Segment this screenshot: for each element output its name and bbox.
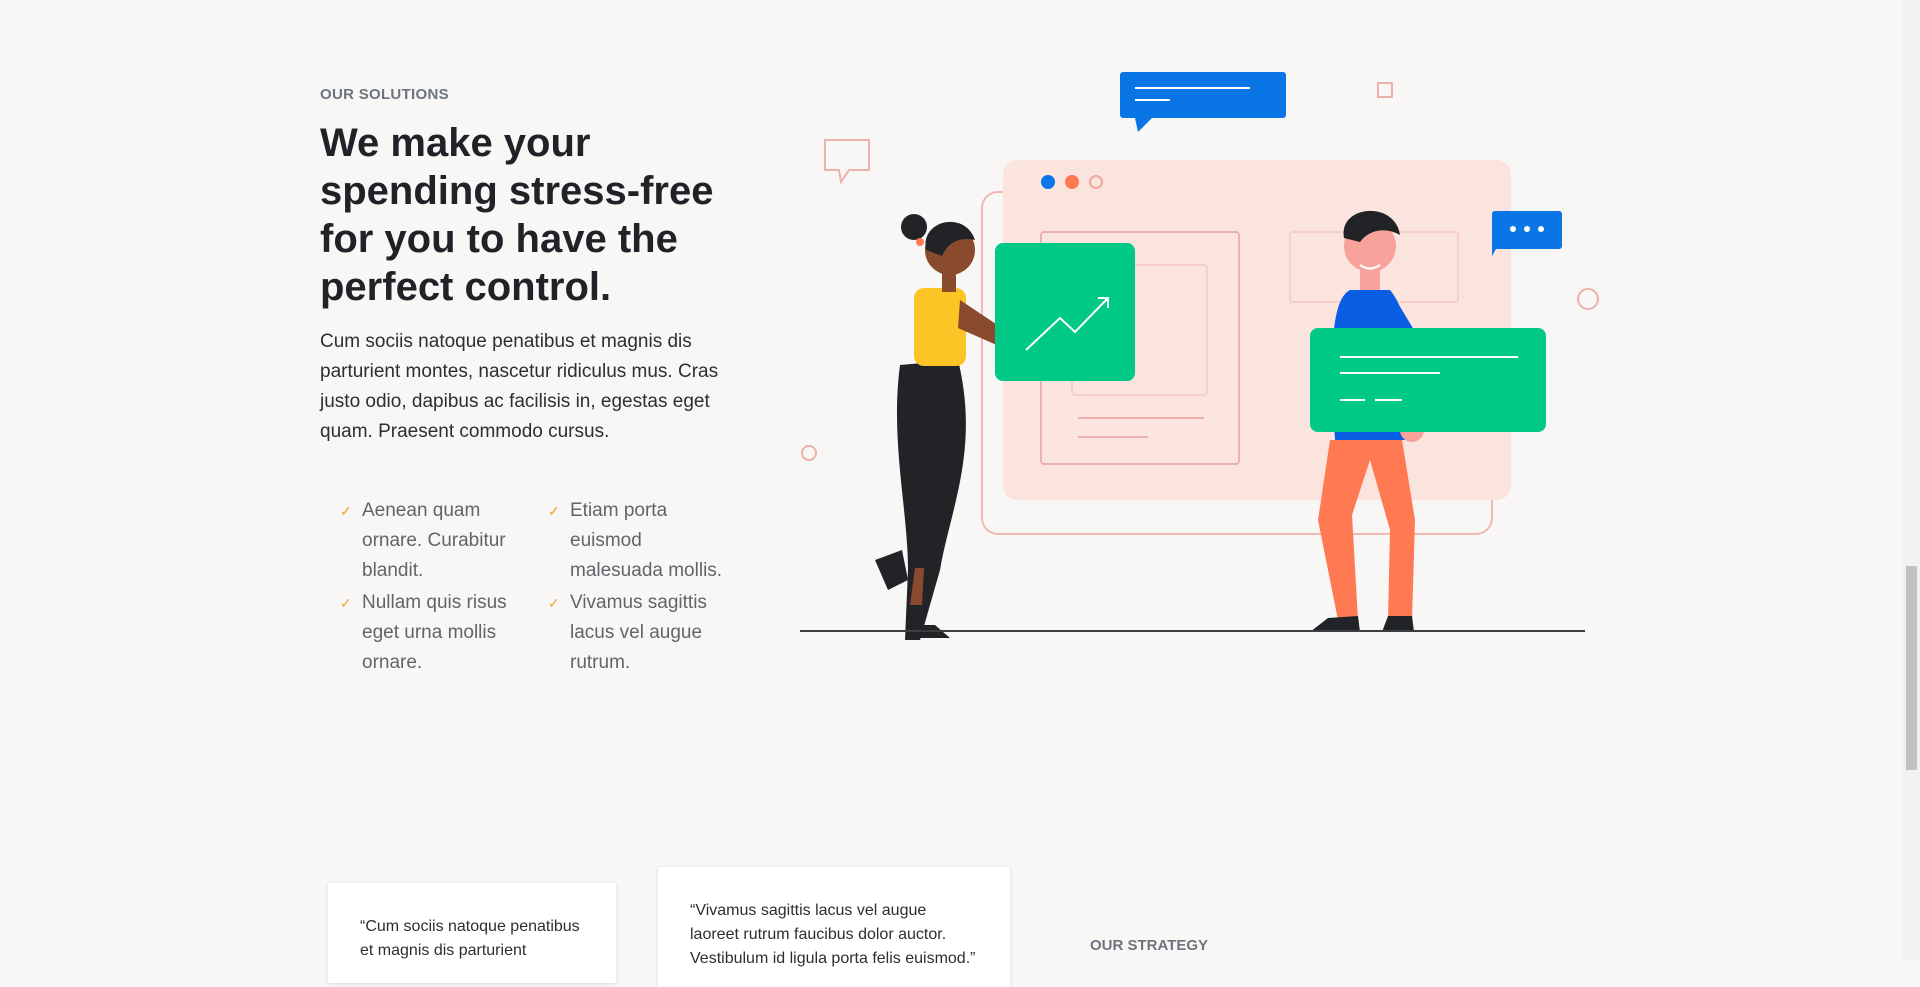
check-icon: ✓ (340, 595, 352, 611)
scrollbar-thumb[interactable] (1906, 566, 1917, 770)
testimonial-quote: “Cum sociis natoque penatibus et magnis … (360, 918, 580, 959)
strategy-eyebrow: OUR STRATEGY (1090, 937, 1209, 954)
check-icon: ✓ (340, 503, 352, 519)
feature-item: ✓ Vivamus sagittis lacus vel augue rutru… (548, 588, 733, 678)
testimonial-card: “Cum sociis natoque penatibus et magnis … (328, 883, 616, 983)
check-icon: ✓ (548, 595, 560, 611)
hero-illustration (800, 72, 1599, 640)
scrollbar[interactable] (1903, 0, 1920, 960)
feature-item: ✓ Aenean quam ornare. Curabitur blandit. (340, 496, 525, 586)
feature-text: Nullam quis risus eget urna mollis ornar… (362, 592, 507, 673)
feature-item: ✓ Etiam porta euismod malesuada mollis. (548, 496, 733, 586)
solutions-eyebrow: OUR SOLUTIONS (320, 86, 449, 103)
solutions-intro: Cum sociis natoque penatibus et magnis d… (320, 331, 719, 442)
check-icon: ✓ (548, 503, 560, 519)
feature-text: Vivamus sagittis lacus vel augue rutrum. (570, 592, 707, 673)
feature-text: Aenean quam ornare. Curabitur blandit. (362, 500, 506, 581)
feature-item: ✓ Nullam quis risus eget urna mollis orn… (340, 588, 525, 678)
solutions-headline: We make your spending stress-free for yo… (320, 121, 714, 309)
testimonial-quote: “Vivamus sagittis lacus vel augue laoree… (690, 902, 976, 967)
feature-text: Etiam porta euismod malesuada mollis. (570, 500, 723, 581)
testimonial-card: “Vivamus sagittis lacus vel augue laoree… (658, 867, 1010, 987)
